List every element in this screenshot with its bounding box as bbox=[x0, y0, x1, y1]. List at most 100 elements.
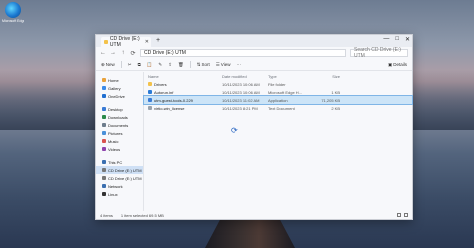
sidebar-item-desktop[interactable]: Desktop bbox=[96, 105, 143, 113]
application-icon bbox=[148, 98, 152, 102]
download-icon bbox=[102, 115, 106, 119]
sidebar-item-videos[interactable]: Videos bbox=[96, 145, 143, 153]
header-date[interactable]: Date modified bbox=[222, 74, 268, 79]
details-button[interactable]: ▣ Details bbox=[388, 62, 407, 68]
view-button[interactable]: ☰ View bbox=[216, 62, 231, 68]
file-name: Autorun.inf bbox=[154, 89, 174, 95]
new-tab-button[interactable]: + bbox=[156, 37, 160, 45]
header-size[interactable]: Size bbox=[314, 74, 344, 79]
copy-icon[interactable]: ⧉ bbox=[138, 62, 141, 67]
search-input[interactable]: Search CD Drive (E:) UTM bbox=[350, 47, 408, 59]
sidebar-item-label: CD Drive (E:) UTM bbox=[108, 167, 142, 173]
toolbar-divider bbox=[120, 61, 122, 68]
sidebar-item-gallery[interactable]: Gallery bbox=[96, 84, 143, 92]
file-type: Text Document bbox=[268, 105, 295, 111]
network-icon bbox=[102, 184, 106, 188]
header-name[interactable]: Name bbox=[148, 74, 222, 79]
file-date: 10/11/2023 8:21 PM bbox=[222, 105, 258, 111]
sidebar-item-this-pc[interactable]: This PC bbox=[96, 158, 143, 166]
back-button[interactable]: ← bbox=[100, 50, 106, 56]
delete-icon[interactable]: 🗑 bbox=[178, 62, 184, 68]
sidebar-item-cd-drive-2[interactable]: CD Drive (E:) UTM bbox=[96, 174, 143, 182]
file-explorer-window: CD Drive (E:) UTM ✕ + — □ ✕ ← → ↑ ⟳ CD D… bbox=[95, 34, 413, 220]
address-field[interactable]: CD Drive (E:) UTM bbox=[140, 49, 346, 57]
sidebar-item-documents[interactable]: Documents bbox=[96, 121, 143, 129]
disc-icon bbox=[102, 176, 106, 180]
toolbar-divider bbox=[189, 61, 191, 68]
document-icon bbox=[102, 123, 106, 127]
status-bar: 4 items 1 item selected 69.5 MB bbox=[96, 211, 412, 219]
tab-close-icon[interactable]: ✕ bbox=[145, 39, 149, 45]
close-button[interactable]: ✕ bbox=[405, 36, 410, 43]
item-count: 4 items bbox=[100, 212, 113, 218]
rename-icon[interactable]: ✎ bbox=[158, 62, 162, 68]
file-size: 1 KB bbox=[331, 89, 340, 95]
sort-button[interactable]: ⇅ Sort bbox=[197, 62, 210, 68]
file-date: 10/11/2023 11:02 AM bbox=[222, 97, 260, 103]
gallery-icon bbox=[102, 86, 106, 90]
view-icon: ☰ bbox=[215, 61, 220, 67]
sidebar-item-label: Music bbox=[108, 138, 119, 144]
file-type: File folder bbox=[268, 81, 286, 87]
address-path: CD Drive (E:) UTM bbox=[144, 50, 186, 56]
address-bar-row: ← → ↑ ⟳ CD Drive (E:) UTM Search CD Driv… bbox=[96, 47, 412, 59]
details-view-icon[interactable] bbox=[397, 213, 401, 217]
sidebar-item-label: OneDrive bbox=[108, 93, 125, 99]
file-row-autorun[interactable]: Autorun.inf 10/11/2023 10:06 AM Microsof… bbox=[144, 88, 412, 96]
up-button[interactable]: ↑ bbox=[120, 50, 126, 56]
sidebar-item-label: Desktop bbox=[108, 106, 123, 112]
file-list: Name Date modified Type Size Drivers 10/… bbox=[143, 72, 413, 211]
file-date: 10/11/2023 10:06 AM bbox=[222, 89, 260, 95]
edge-desktop-shortcut[interactable]: Microsoft Edge bbox=[2, 2, 24, 30]
sidebar-item-label: Network bbox=[108, 183, 123, 189]
sidebar-item-label: Pictures bbox=[108, 130, 123, 136]
file-name-cell: virtio-win_license bbox=[148, 106, 222, 111]
file-row-virtio-license[interactable]: virtio-win_license 10/11/2023 8:21 PM Te… bbox=[144, 104, 412, 112]
sidebar-item-label: Downloads bbox=[108, 114, 128, 120]
search-placeholder: Search CD Drive (E:) UTM bbox=[354, 47, 401, 59]
file-size: 71,205 KB bbox=[321, 97, 340, 103]
sidebar-item-onedrive[interactable]: OneDrive bbox=[96, 92, 143, 100]
picture-icon bbox=[102, 131, 106, 135]
view-toggle bbox=[397, 213, 408, 217]
selection-status: 1 item selected 69.5 MB bbox=[120, 212, 164, 218]
busy-cursor-icon: ⟳ bbox=[231, 126, 238, 135]
cloud-icon bbox=[102, 94, 106, 98]
sidebar-item-label: Documents bbox=[108, 122, 129, 128]
more-options-button[interactable]: ··· bbox=[236, 62, 241, 67]
sidebar-item-pictures[interactable]: Pictures bbox=[96, 129, 143, 137]
sidebar-item-network[interactable]: Network bbox=[96, 182, 143, 190]
sidebar-item-cd-drive[interactable]: CD Drive (E:) UTM bbox=[96, 166, 143, 174]
sidebar-item-music[interactable]: Music bbox=[96, 137, 143, 145]
minimize-button[interactable]: — bbox=[383, 36, 389, 43]
sidebar-item-downloads[interactable]: Downloads bbox=[96, 113, 143, 121]
sidebar-item-label: Gallery bbox=[108, 85, 121, 91]
forward-button[interactable]: → bbox=[110, 50, 116, 56]
tiles-view-icon[interactable] bbox=[404, 213, 408, 217]
disc-icon bbox=[102, 168, 106, 172]
refresh-button[interactable]: ⟳ bbox=[130, 50, 136, 57]
tab-title: CD Drive (E:) UTM bbox=[109, 36, 140, 48]
paste-icon[interactable]: 📋 bbox=[147, 62, 153, 68]
details-label: Details bbox=[393, 62, 407, 67]
file-row-utm-guest-tools[interactable]: utm-guest-tools-0.229 10/11/2023 11:02 A… bbox=[143, 95, 413, 105]
file-name-cell: Drivers bbox=[148, 82, 222, 87]
maximize-button[interactable]: □ bbox=[395, 36, 399, 43]
share-icon[interactable]: ⇪ bbox=[168, 62, 172, 68]
sidebar-item-home[interactable]: Home bbox=[96, 76, 143, 84]
window-controls: — □ ✕ bbox=[383, 36, 410, 43]
home-icon bbox=[102, 78, 106, 82]
tab-cd-drive[interactable]: CD Drive (E:) UTM ✕ bbox=[101, 36, 151, 48]
new-button[interactable]: ⊕ New bbox=[101, 62, 115, 68]
sort-icon: ⇅ bbox=[196, 61, 201, 67]
file-name: virtio-win_license bbox=[154, 105, 185, 111]
header-type[interactable]: Type bbox=[268, 74, 314, 79]
file-type: Microsoft Edge H... bbox=[268, 89, 303, 95]
sidebar-item-label: This PC bbox=[108, 159, 123, 165]
sidebar-item-linux[interactable]: Linux bbox=[96, 190, 143, 198]
sidebar-item-label: Videos bbox=[108, 146, 121, 152]
cut-icon[interactable]: ✂ bbox=[128, 62, 132, 68]
file-row-drivers[interactable]: Drivers 10/11/2023 10:06 AM File folder bbox=[144, 80, 412, 88]
sidebar-item-label: Linux bbox=[108, 191, 118, 197]
file-name: Drivers bbox=[154, 81, 167, 87]
